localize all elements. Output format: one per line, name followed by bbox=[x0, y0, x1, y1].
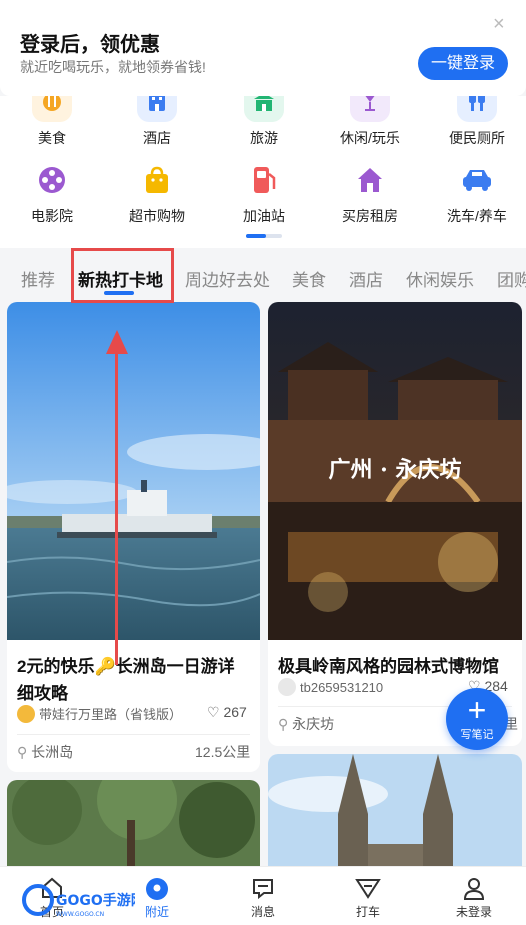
tab-group-buy[interactable]: 团购 bbox=[497, 266, 526, 291]
category-travel[interactable]: 旅游 bbox=[212, 96, 316, 148]
arrow-line bbox=[115, 345, 118, 665]
close-icon[interactable]: × bbox=[493, 14, 505, 34]
category-gas-station[interactable]: 加油站 bbox=[212, 160, 316, 226]
nav-label: 打车 bbox=[355, 905, 380, 919]
location-name: 永庆坊 bbox=[292, 716, 335, 732]
nav-label: 消息 bbox=[250, 905, 275, 919]
category-label: 美食 bbox=[38, 130, 66, 146]
message-icon bbox=[211, 867, 315, 899]
nav-profile[interactable]: 未登录 bbox=[422, 867, 526, 925]
tab-recommend[interactable]: 推荐 bbox=[21, 266, 55, 291]
category-label: 酒店 bbox=[143, 130, 171, 146]
car-icon bbox=[457, 160, 497, 200]
svg-text:WWW.GOGO.CN: WWW.GOGO.CN bbox=[56, 911, 104, 918]
category-cinema[interactable]: 电影院 bbox=[0, 160, 104, 226]
login-banner-subtitle: 就近吃喝玩乐，就地领券省钱! bbox=[20, 59, 206, 75]
gas-station-icon bbox=[244, 160, 284, 200]
location-row: ⚲ 永庆坊 bbox=[278, 714, 334, 734]
category-label: 洗车/养车 bbox=[447, 208, 507, 224]
house-icon bbox=[350, 160, 390, 200]
login-banner: 登录后，领优惠 就近吃喝玩乐，就地领券省钱! 一键登录 × bbox=[0, 0, 526, 96]
category-label: 超市购物 bbox=[129, 208, 185, 224]
author-name: tb2659531210 bbox=[300, 679, 384, 695]
category-label: 买房租房 bbox=[342, 208, 398, 224]
location-name: 长洲岛 bbox=[31, 744, 74, 760]
nav-label: 未登录 bbox=[455, 905, 492, 919]
note-card[interactable] bbox=[268, 754, 522, 880]
distance: 12.5公里 bbox=[195, 744, 251, 760]
location-pin-icon: ⚲ bbox=[17, 744, 28, 760]
category-house[interactable]: 买房租房 bbox=[318, 160, 422, 226]
taxi-icon bbox=[316, 867, 420, 899]
location-row: ⚲ 长洲岛 bbox=[17, 742, 73, 762]
category-toilet[interactable]: 便民厕所 bbox=[425, 96, 526, 148]
leisure-icon bbox=[350, 96, 390, 122]
write-note-label: 写笔记 bbox=[460, 729, 494, 741]
category-food[interactable]: 美食 bbox=[0, 96, 104, 148]
author-row: tb2659531210 bbox=[278, 678, 383, 696]
note-card[interactable] bbox=[7, 780, 260, 880]
category-shopping[interactable]: 超市购物 bbox=[105, 160, 209, 226]
cathedral-photo bbox=[268, 754, 522, 880]
category-leisure[interactable]: 休闲/玩乐 bbox=[318, 96, 422, 148]
watermark-logo: GOGO手游网 WWW.GOGO.CN bbox=[22, 884, 135, 918]
category-car-wash[interactable]: 洗车/养车 bbox=[425, 160, 526, 226]
like-count[interactable]: ♡ 267 bbox=[207, 704, 247, 721]
hotel-icon bbox=[137, 96, 177, 122]
shopping-bag-icon bbox=[137, 160, 177, 200]
note-card[interactable]: 广州 · 永庆坊 极具岭南风格的园林式博物馆 tb2659531210 ♡ 28… bbox=[268, 302, 522, 746]
author-name: 带娃行万里路（省钱版） bbox=[39, 707, 183, 722]
tab-leisure[interactable]: 休闲娱乐 bbox=[406, 266, 474, 291]
ferry-photo bbox=[7, 302, 260, 640]
user-icon bbox=[422, 867, 526, 900]
write-note-button[interactable]: + 写笔记 bbox=[446, 688, 508, 750]
category-hotel[interactable]: 酒店 bbox=[105, 96, 209, 148]
tab-nearby-places[interactable]: 周边好去处 bbox=[185, 266, 270, 291]
category-label: 电影院 bbox=[31, 208, 73, 224]
avatar bbox=[17, 704, 35, 723]
toilet-icon bbox=[457, 96, 497, 122]
category-grid: 美食 酒店 旅游 休闲/玩乐 便民厕所 电影院 超市购物 加油站 买房租房 洗车… bbox=[0, 96, 526, 248]
nav-taxi[interactable]: 打车 bbox=[316, 867, 420, 925]
heart-icon: ♡ bbox=[207, 704, 220, 720]
tab-food[interactable]: 美食 bbox=[292, 266, 326, 291]
tree-photo bbox=[7, 780, 260, 880]
nav-messages[interactable]: 消息 bbox=[211, 867, 315, 925]
svg-text:GOGO手游网: GOGO手游网 bbox=[56, 892, 135, 909]
avatar bbox=[278, 678, 296, 696]
divider bbox=[17, 734, 250, 735]
author-row: 带娃行万里路（省钱版） bbox=[17, 704, 182, 723]
category-label: 旅游 bbox=[250, 130, 278, 146]
location-pin-icon: ⚲ bbox=[278, 716, 289, 732]
card-title: 极具岭南风格的园林式博物馆 bbox=[278, 657, 499, 676]
image-caption: 广州 · 永庆坊 bbox=[329, 457, 462, 483]
category-label: 便民厕所 bbox=[449, 130, 505, 146]
tab-hotel[interactable]: 酒店 bbox=[349, 266, 383, 291]
category-label: 休闲/玩乐 bbox=[340, 130, 400, 146]
plus-icon: + bbox=[467, 692, 487, 728]
yongqingfang-photo: 广州 · 永庆坊 bbox=[268, 302, 522, 640]
cinema-icon bbox=[32, 160, 72, 200]
category-label: 加油站 bbox=[243, 208, 285, 224]
food-icon bbox=[32, 96, 72, 122]
note-card[interactable]: 2元的快乐🔑长洲岛一日游详细攻略 带娃行万里路（省钱版） ♡ 267 ⚲ 长洲岛… bbox=[7, 302, 260, 772]
travel-icon bbox=[244, 96, 284, 122]
page-indicator bbox=[246, 234, 282, 238]
card-title: 2元的快乐🔑长洲岛一日游详细攻略 bbox=[17, 657, 235, 703]
highlight-box bbox=[71, 248, 174, 303]
login-banner-title: 登录后，领优惠 bbox=[20, 34, 160, 56]
one-click-login-button[interactable]: 一键登录 bbox=[418, 47, 508, 80]
